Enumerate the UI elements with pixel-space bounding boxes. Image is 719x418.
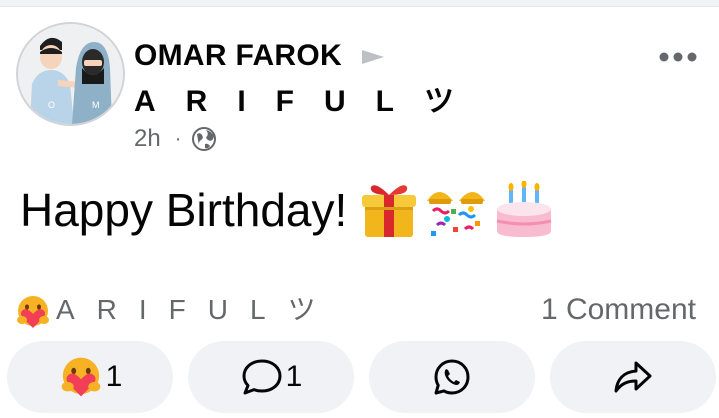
comment-button[interactable]: 1 — [188, 341, 354, 413]
party-popper-emoji-icon — [427, 192, 486, 236]
comment-bubble-icon — [242, 359, 282, 395]
author-name[interactable]: OMAR FAROK — [134, 38, 342, 74]
reaction-count: 1 — [105, 360, 123, 393]
whatsapp-icon — [434, 359, 470, 395]
birthday-cake-emoji-icon — [496, 181, 552, 237]
avatar-letter-o: O — [48, 100, 55, 110]
post-emojis — [359, 181, 555, 239]
post-text: Happy Birthday! — [20, 184, 348, 236]
care-reaction-icon[interactable] — [14, 294, 52, 330]
gift-emoji-icon — [362, 185, 417, 237]
post-meta: 2h · — [134, 124, 217, 154]
recipient-name[interactable]: ARIFULツ — [134, 84, 484, 120]
post-actions-bar: 1 1 — [7, 341, 719, 413]
comment-count: 1 — [285, 360, 303, 393]
whatsapp-share-button[interactable] — [369, 341, 535, 413]
post-timestamp[interactable]: 2h — [134, 125, 161, 153]
more-options-button[interactable] — [656, 40, 700, 74]
globe-icon — [192, 127, 217, 151]
avatar-illustration: O M — [18, 24, 123, 124]
author-avatar[interactable]: O M — [16, 22, 125, 126]
feed-top-divider — [0, 0, 719, 7]
more-dots-icon — [659, 52, 697, 62]
meta-separator: · — [174, 127, 182, 150]
avatar-letter-m: M — [92, 100, 100, 110]
post-body: Happy Birthday! — [20, 178, 555, 242]
reactor-name[interactable]: ARIFULツ — [56, 292, 338, 328]
comments-count-link[interactable]: 1 Comment — [541, 292, 696, 328]
play-arrow-icon — [362, 50, 384, 64]
share-icon — [614, 361, 652, 393]
react-button[interactable]: 1 — [7, 341, 173, 413]
share-button[interactable] — [550, 341, 716, 413]
care-reaction-icon — [61, 357, 101, 397]
reaction-summary: ARIFULツ 1 Comment — [14, 290, 704, 330]
